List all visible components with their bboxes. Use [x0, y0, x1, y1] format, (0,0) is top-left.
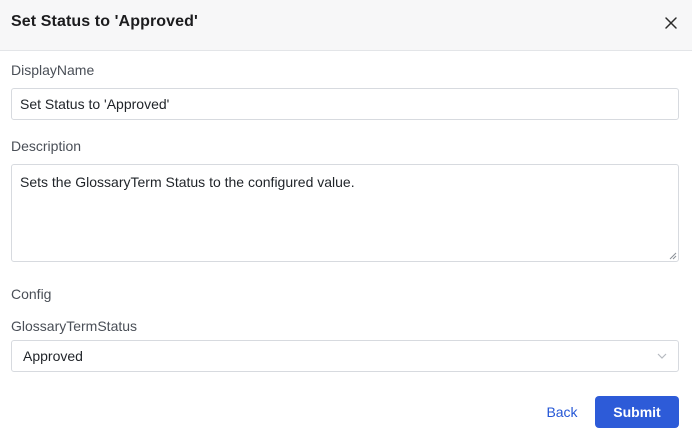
submit-button[interactable]: Submit	[595, 396, 679, 428]
dialog-title: Set Status to 'Approved'	[11, 13, 198, 30]
config-section-label: Config	[11, 286, 52, 302]
resize-grip-icon[interactable]	[669, 252, 677, 260]
display-name-input[interactable]	[11, 88, 679, 120]
close-icon	[665, 17, 677, 29]
description-label: Description	[11, 138, 82, 154]
dialog-header: Set Status to 'Approved'	[0, 0, 692, 51]
glossary-term-status-label: GlossaryTermStatus	[11, 318, 138, 334]
close-button[interactable]	[660, 11, 682, 35]
description-textarea[interactable]: Sets the GlossaryTerm Status to the conf…	[11, 164, 679, 262]
select-value: Approved	[23, 348, 83, 364]
back-button[interactable]: Back	[540, 396, 584, 428]
chevron-down-icon	[657, 353, 667, 359]
display-name-label: DisplayName	[11, 62, 95, 78]
glossary-term-status-select[interactable]: Approved	[11, 340, 679, 372]
